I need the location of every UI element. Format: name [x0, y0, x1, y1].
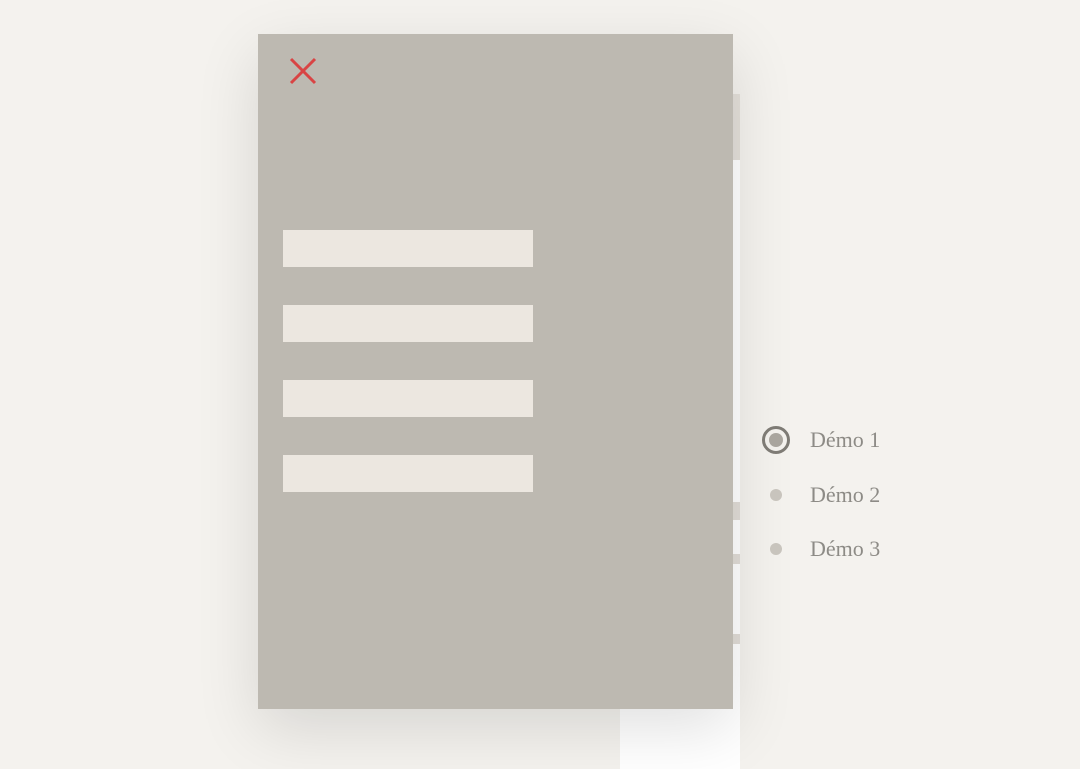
demo-nav-label: Démo 2 [810, 482, 880, 508]
menu-items [283, 230, 533, 492]
demo-nav-item-3[interactable]: Démo 3 [770, 536, 880, 562]
demo-carousel-nav: Démo 1 Démo 2 Démo 3 [770, 426, 880, 562]
menu-item[interactable] [283, 305, 533, 342]
demo-nav-label: Démo 1 [810, 427, 880, 453]
menu-item[interactable] [283, 380, 533, 417]
close-icon[interactable] [288, 56, 318, 86]
demo-nav-item-1[interactable]: Démo 1 [770, 426, 880, 454]
menu-overlay-panel [258, 34, 733, 709]
menu-item[interactable] [283, 230, 533, 267]
radio-inactive-icon [770, 489, 782, 501]
demo-nav-label: Démo 3 [810, 536, 880, 562]
demo-nav-item-2[interactable]: Démo 2 [770, 482, 880, 508]
radio-active-icon [762, 426, 790, 454]
menu-item[interactable] [283, 455, 533, 492]
radio-inactive-icon [770, 543, 782, 555]
